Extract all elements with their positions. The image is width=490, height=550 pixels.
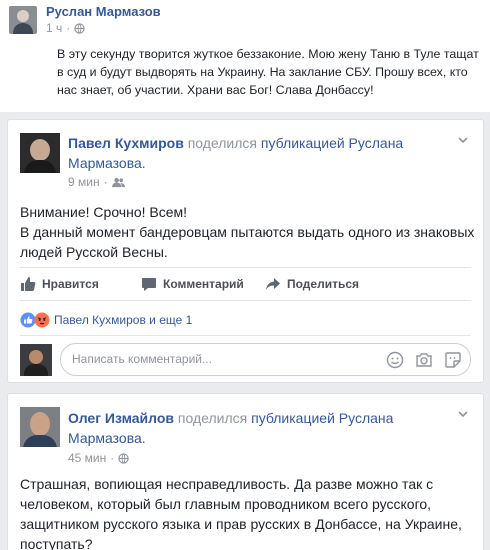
shared-post-card: Павел Кухмиров поделился публикацией Рус… xyxy=(7,119,484,383)
comment-placeholder: Написать комментарий... xyxy=(72,352,213,366)
author-avatar[interactable] xyxy=(20,133,60,173)
camera-icon[interactable] xyxy=(415,351,433,369)
comment-label: Комментарий xyxy=(163,277,244,291)
author-name[interactable]: Павел Кухмиров xyxy=(68,135,184,151)
post-time[interactable]: 45 мин xyxy=(68,451,106,465)
original-post-meta: 1 ч · xyxy=(46,21,85,35)
post-body: Внимание! Срочно! Всем! В данный момент … xyxy=(20,202,475,262)
post-header: Олег Измайлов поделился публикацией Русл… xyxy=(68,408,448,448)
like-button[interactable]: Нравится xyxy=(20,276,99,292)
reactions-summary[interactable]: Павел Кухмиров и еще 1 xyxy=(20,312,192,328)
author-avatar[interactable] xyxy=(20,407,60,447)
post-header: Павел Кухмиров поделился публикацией Рус… xyxy=(68,133,448,173)
chevron-down-icon[interactable] xyxy=(455,132,471,148)
like-icon xyxy=(20,276,36,292)
composer-icons xyxy=(386,351,462,369)
comment-composer: Написать комментарий... xyxy=(20,335,471,376)
reaction-icons xyxy=(20,312,50,328)
original-post: Руслан Мармазов 1 ч · В эту секунду твор… xyxy=(0,0,490,112)
dot-separator: · xyxy=(110,451,115,465)
globe-icon xyxy=(74,22,85,34)
post-body-line: Внимание! Срочно! Всем! xyxy=(20,204,188,220)
original-post-text: В эту секунду творится жуткое беззаконие… xyxy=(57,47,479,97)
reactions-text: Павел Кухмиров и еще 1 xyxy=(54,313,193,327)
original-author-avatar[interactable] xyxy=(9,6,37,34)
emoji-icon[interactable] xyxy=(386,351,404,369)
comment-icon xyxy=(141,276,157,292)
original-post-time[interactable]: 1 ч xyxy=(46,21,62,35)
post-actions: Нравится Комментарий Поделиться xyxy=(20,267,471,301)
shared-post-card: Олег Измайлов поделился публикацией Русл… xyxy=(7,393,484,550)
post-meta: 45 мин · xyxy=(68,451,129,465)
angry-reaction-icon xyxy=(34,312,50,328)
like-label: Нравится xyxy=(42,277,99,291)
share-button[interactable]: Поделиться xyxy=(265,276,359,292)
friends-icon xyxy=(111,177,125,188)
post-body-line: В данный момент бандеровцам пытаются выд… xyxy=(20,224,475,260)
post-meta: 9 мин · xyxy=(68,175,125,189)
dot-separator: · xyxy=(103,175,108,189)
share-label: Поделиться xyxy=(287,277,360,291)
viewer-avatar xyxy=(20,344,52,376)
comment-button[interactable]: Комментарий xyxy=(141,276,244,292)
original-author-name[interactable]: Руслан Мармазов xyxy=(46,4,161,19)
author-name[interactable]: Олег Измайлов xyxy=(68,410,174,426)
sticker-icon[interactable] xyxy=(444,351,462,369)
chevron-down-icon[interactable] xyxy=(455,406,471,422)
post-body: Страшная, вопиющая несправедливость. Да … xyxy=(20,476,462,550)
post-time[interactable]: 9 мин xyxy=(68,175,100,189)
shared-verb: поделился xyxy=(177,410,248,426)
globe-icon xyxy=(118,452,129,464)
share-icon xyxy=(265,276,281,292)
shared-verb: поделился xyxy=(187,135,257,151)
comment-input[interactable]: Написать комментарий... xyxy=(60,343,471,376)
dot-separator: · xyxy=(66,21,71,35)
